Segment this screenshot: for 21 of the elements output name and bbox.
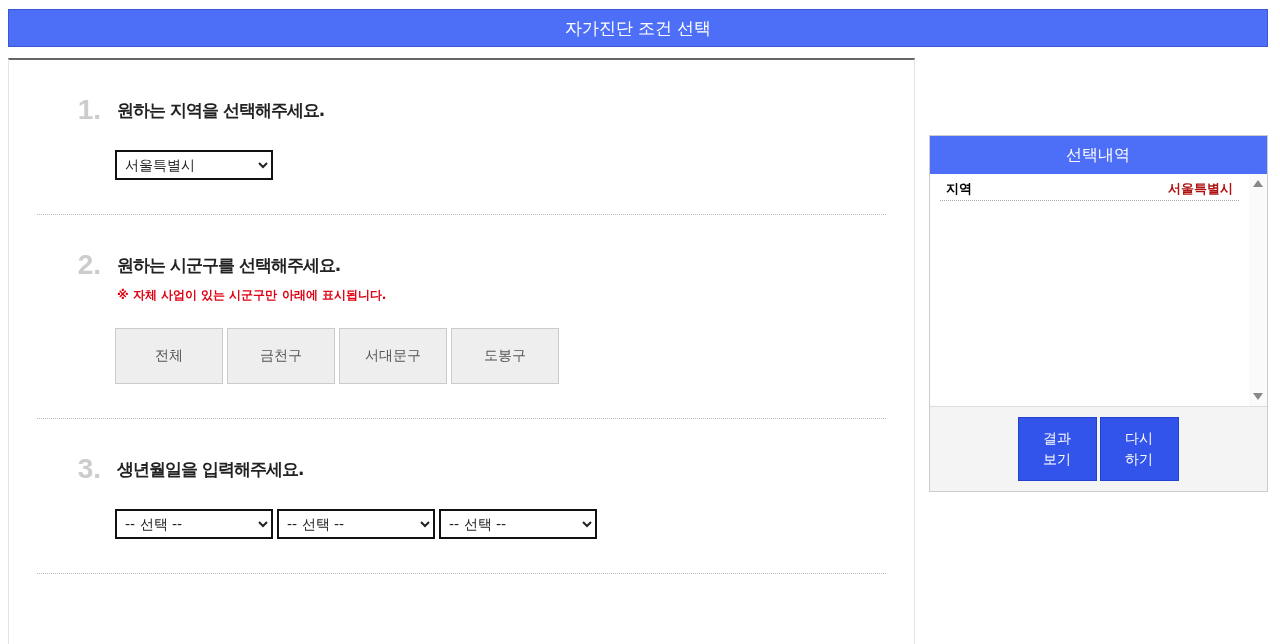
district-option[interactable]: 도봉구: [451, 328, 559, 384]
step-note: ※ 자체 사업이 있는 시군구만 아래에 표시됩니다.: [117, 287, 388, 304]
step-title: 원하는 지역을 선택해주세요.: [117, 98, 325, 122]
summary-label: 지역: [945, 180, 972, 198]
step-title: 생년월일을 입력해주세요.: [117, 457, 304, 481]
scrollbar[interactable]: [1249, 174, 1267, 406]
scroll-down-icon[interactable]: [1253, 393, 1263, 400]
summary-title: 선택내역: [929, 136, 1267, 174]
district-option[interactable]: 전체: [115, 328, 223, 384]
step-title: 원하는 시군구를 선택해주세요.: [117, 253, 341, 277]
district-option[interactable]: 금천구: [227, 328, 335, 384]
district-option[interactable]: 서대문구: [339, 328, 447, 384]
dropdown[interactable]: -- 선택 --: [277, 509, 435, 539]
dropdown[interactable]: -- 선택 --: [115, 509, 273, 539]
action-button[interactable]: 결과 보기: [1017, 417, 1097, 481]
page-header: 자가진단 조건 선택: [8, 9, 1268, 47]
summary-value: 서울특별시: [1168, 180, 1233, 198]
scroll-up-icon[interactable]: [1253, 180, 1263, 187]
action-button[interactable]: 다시 하기: [1099, 417, 1179, 481]
dropdown[interactable]: 서울특별시: [115, 150, 273, 180]
dropdown[interactable]: -- 선택 --: [439, 509, 597, 539]
